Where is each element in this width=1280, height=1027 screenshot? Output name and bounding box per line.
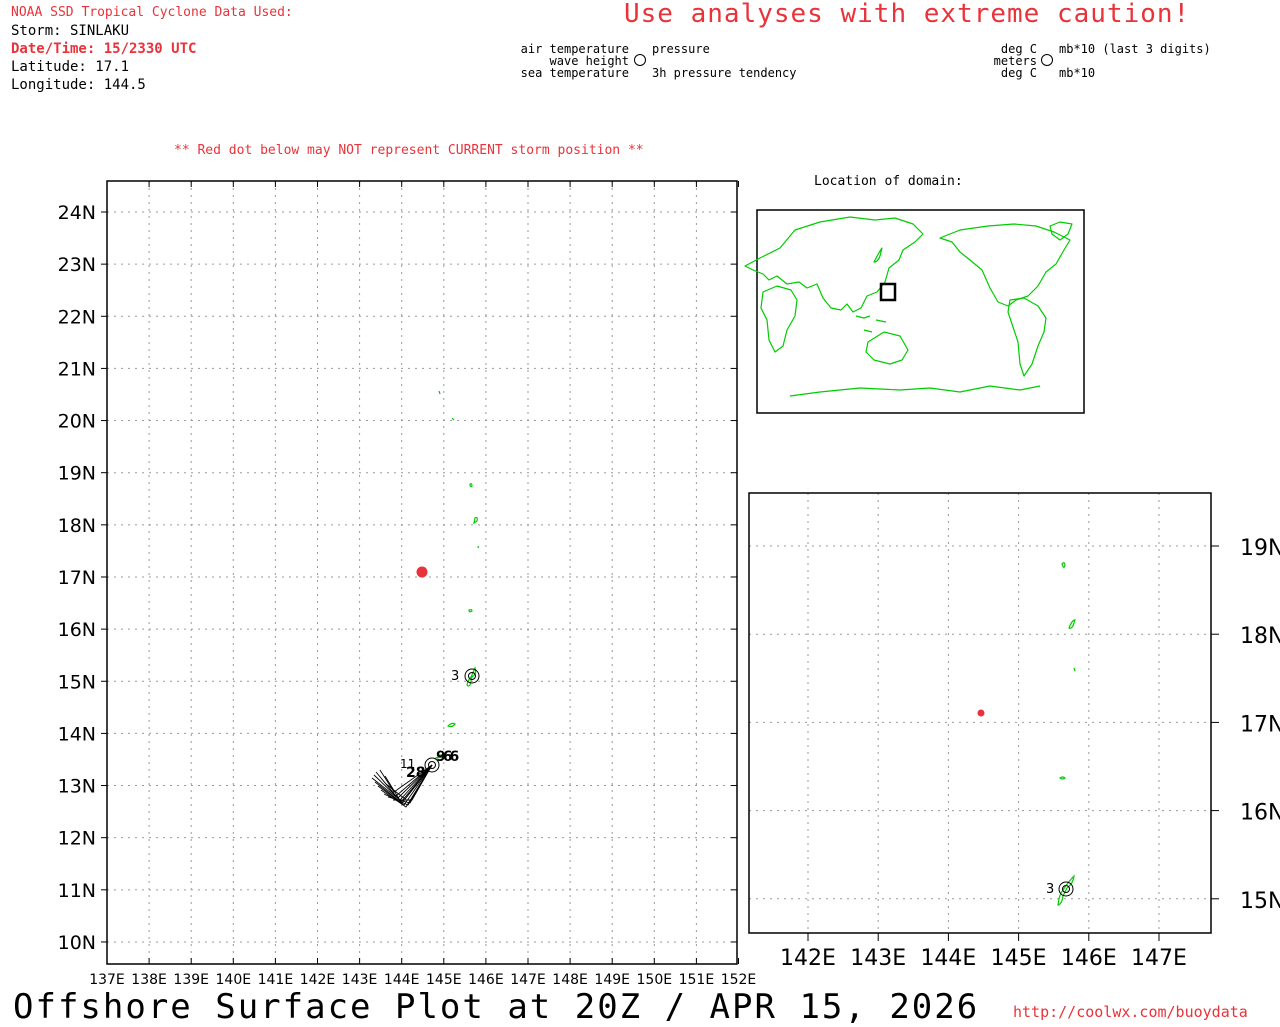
main-lon-label: 141E	[258, 972, 294, 988]
zoom-lon-label: 144E	[920, 946, 976, 971]
main-lon-label: 146E	[468, 972, 504, 988]
main-lat-label: 14N	[58, 723, 96, 745]
plot-title: Offshore Surface Plot at 20Z / APR 15, 2…	[13, 987, 980, 1027]
main-lat-label: 22N	[58, 306, 96, 328]
main-lat-label: 10N	[58, 932, 96, 954]
zoom-lon-label: 145E	[991, 946, 1047, 971]
zoom-lon-label: 147E	[1131, 946, 1187, 971]
main-lat-label: 21N	[58, 358, 96, 380]
main-lon-label: 143E	[342, 972, 378, 988]
main-lat-label: 20N	[58, 411, 96, 433]
main-lon-label: 138E	[131, 972, 167, 988]
station-label-15n: 3	[451, 669, 460, 684]
main-lat-label: 16N	[58, 619, 96, 641]
main-lon-label: 142E	[300, 972, 336, 988]
inset-world-map-frame	[756, 209, 1085, 414]
zoom-lat-label: 19N	[1240, 536, 1280, 561]
zoom-lat-label: 18N	[1240, 624, 1280, 649]
zoom-lon-label: 142E	[780, 946, 836, 971]
main-lon-label: 151E	[679, 972, 715, 988]
main-map-coastlines	[433, 390, 480, 759]
main-lon-label: 148E	[552, 972, 588, 988]
station-label-pressure: 966	[436, 749, 459, 765]
zoom-lon-label: 143E	[850, 946, 906, 971]
main-lon-label: 147E	[510, 972, 546, 988]
main-lon-label: 152E	[721, 972, 757, 988]
map-canvas: 24N 23N 22N 21N 20N 19N 18N 17N 16N 15N 14N 13N 12N 1…	[58, 54, 1280, 988]
source-url-link[interactable]: http://coolwx.com/buoydata	[1013, 1003, 1248, 1021]
main-lat-label: 23N	[58, 254, 96, 276]
main-lat-label: 11N	[58, 880, 96, 902]
zoom-lat-label: 17N	[1240, 712, 1280, 737]
main-lon-label: 140E	[216, 972, 252, 988]
zoom-station-label: 3	[1046, 882, 1055, 897]
main-lon-label: 137E	[89, 972, 125, 988]
main-lat-label: 12N	[58, 828, 96, 850]
legend-station-circle-icon	[634, 54, 646, 66]
zoom-storm-position-dot	[977, 709, 985, 717]
station-label-temp: 28	[406, 765, 426, 781]
main-lat-label: 19N	[58, 463, 96, 485]
main-lat-label: 24N	[58, 202, 96, 224]
zoom-lon-label: 146E	[1061, 946, 1117, 971]
main-lat-label: 13N	[58, 776, 96, 798]
main-lon-label: 144E	[384, 972, 420, 988]
main-lon-label: 139E	[173, 972, 209, 988]
main-lon-label: 149E	[594, 972, 630, 988]
main-lon-label: 145E	[426, 972, 462, 988]
main-lat-label: 17N	[58, 567, 96, 589]
main-lon-label: 150E	[637, 972, 673, 988]
storm-position-dot	[416, 566, 428, 578]
zoom-lat-label: 16N	[1240, 801, 1280, 826]
legend-units-circle-icon	[1041, 54, 1053, 66]
main-lat-label: 18N	[58, 515, 96, 537]
zoom-map-coastlines	[1057, 562, 1076, 906]
zoom-lat-label: 15N	[1240, 889, 1280, 914]
main-lat-label: 15N	[58, 671, 96, 693]
